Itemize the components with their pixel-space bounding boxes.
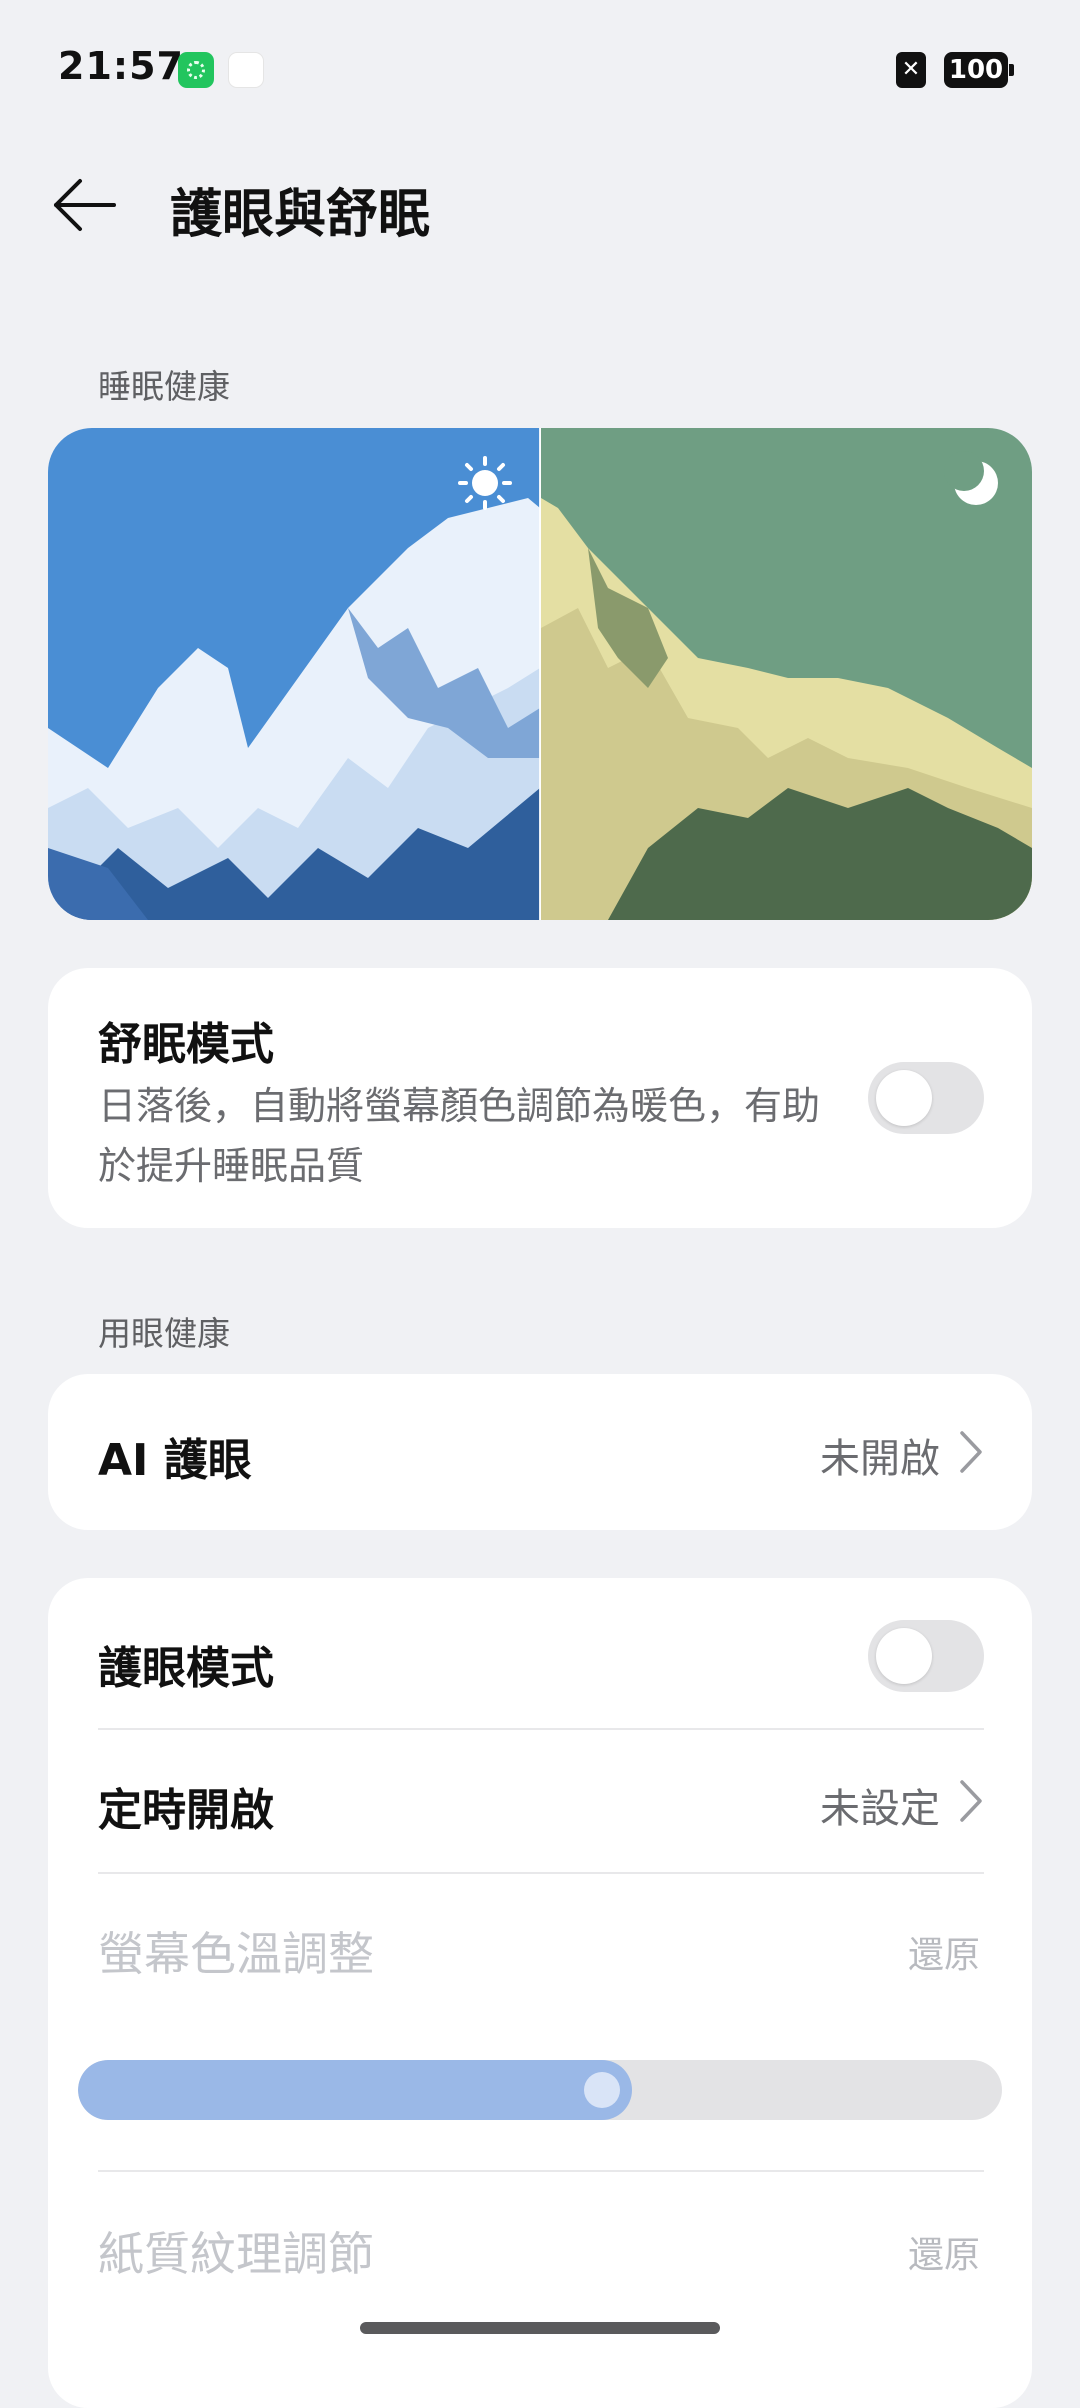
color-temp-title: 螢幕色溫調整 <box>98 1927 374 1981</box>
schedule-row[interactable]: 定時開啟 未設定 <box>48 1730 1032 1872</box>
app-notification-icon <box>178 52 214 88</box>
divider <box>98 2170 984 2172</box>
page-title: 護眼與舒眠 <box>170 185 431 245</box>
color-temp-reset-button[interactable]: 還原 <box>908 1926 980 1978</box>
app-notification-icon-2 <box>228 52 264 88</box>
chevron-right-icon <box>960 1780 982 1822</box>
battery-indicator: 100 <box>944 52 1014 88</box>
ai-eye-row[interactable]: AI 護眼 未開啟 <box>48 1374 1032 1530</box>
slider-thumb[interactable] <box>584 2072 620 2108</box>
sleep-mode-title: 舒眠模式 <box>98 1019 274 1070</box>
toggle-knob <box>876 1070 932 1126</box>
divider <box>98 1872 984 1874</box>
back-button[interactable] <box>50 175 120 235</box>
paper-texture-title: 紙質紋理調節 <box>98 2227 374 2281</box>
section-label-eye: 用眼健康 <box>98 1314 230 1353</box>
toggle-knob <box>876 1628 932 1684</box>
schedule-value: 未設定 <box>820 1786 940 1832</box>
status-bar: 21:57 ✕ 100 <box>0 0 1080 140</box>
sleep-mode-description: 日落後，自動將螢幕顏色調節為暖色，有助於提升睡眠品質 <box>98 1084 821 1188</box>
arrow-left-icon <box>54 179 116 231</box>
paper-texture-reset-button[interactable]: 還原 <box>908 2226 980 2278</box>
sun-icon <box>458 456 512 510</box>
schedule-title: 定時開啟 <box>98 1785 274 1836</box>
eye-mode-title: 護眼模式 <box>98 1643 274 1694</box>
section-label-sleep: 睡眠健康 <box>98 367 230 406</box>
chevron-right-icon <box>960 1431 982 1473</box>
ai-eye-title: AI 護眼 <box>98 1435 252 1486</box>
home-indicator[interactable] <box>360 2322 720 2334</box>
slider-fill <box>78 2060 632 2120</box>
sleep-mode-card[interactable]: 舒眠模式 日落後，自動將螢幕顏色調節為暖色，有助於提升睡眠品質 <box>48 968 1032 1228</box>
ai-eye-value: 未開啟 <box>820 1436 940 1482</box>
eye-mode-card: 護眼模式 定時開啟 未設定 螢幕色溫調整 還原 紙質紋理調節 還原 <box>48 1578 1032 2408</box>
color-temp-slider[interactable] <box>78 2060 1002 2120</box>
sleep-preview-image <box>48 428 1032 920</box>
sim-x-icon: ✕ <box>896 52 926 88</box>
status-time: 21:57 <box>58 44 184 88</box>
sleep-mode-toggle[interactable] <box>868 1062 984 1134</box>
eye-mode-toggle[interactable] <box>868 1620 984 1692</box>
